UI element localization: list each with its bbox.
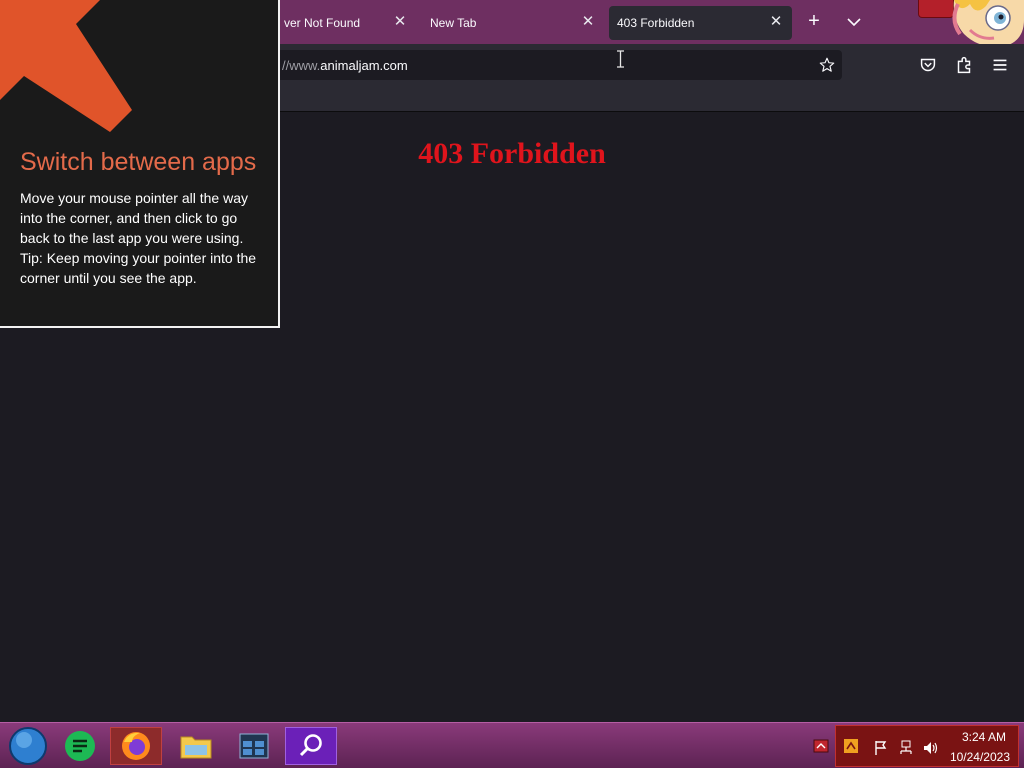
pocket-icon[interactable]	[917, 54, 939, 76]
taskbar-file-explorer[interactable]	[170, 727, 222, 765]
taskbar: 3:24 AM 10/24/2023	[0, 722, 1024, 768]
show-hidden-icons-icon[interactable]	[813, 739, 829, 753]
tip-title: Switch between apps	[20, 148, 257, 176]
search-icon	[299, 734, 322, 757]
arrow-up-left-icon	[0, 0, 132, 132]
url-bar[interactable]: //www. animaljam.com	[270, 50, 842, 80]
taskbar-window-manager[interactable]	[228, 727, 280, 765]
extensions-puzzle-icon[interactable]	[953, 54, 975, 76]
url-prefix: //www.	[282, 57, 321, 73]
volume-icon[interactable]	[922, 740, 938, 756]
tab-label: New Tab	[430, 16, 477, 30]
start-orb-icon	[9, 727, 47, 765]
system-tray: 3:24 AM 10/24/2023	[835, 725, 1019, 767]
window-manager-icon	[239, 733, 269, 759]
tip-body: Move your mouse pointer all the way into…	[20, 188, 264, 288]
clock-date[interactable]: 10/24/2023	[950, 750, 1010, 764]
tab-label: ver Not Found	[284, 16, 361, 30]
start-button[interactable]	[2, 727, 54, 765]
new-tab-button[interactable]: +	[802, 10, 826, 34]
action-center-flag-icon[interactable]	[873, 740, 889, 756]
close-tab-icon[interactable]: ✕	[768, 14, 784, 30]
taskbar-notes-app[interactable]	[54, 727, 106, 765]
close-tab-icon[interactable]: ✕	[580, 14, 596, 30]
taskbar-firefox[interactable]	[110, 727, 162, 765]
tab-label: 403 Forbidden	[617, 16, 695, 30]
tip-hint: Tip: Keep moving your pointer into the c…	[20, 250, 257, 286]
red-window-button[interactable]	[918, 0, 954, 18]
tip-instruction: Move your mouse pointer all the way into…	[20, 190, 248, 246]
list-all-tabs-button[interactable]	[842, 10, 866, 34]
desktop-screen: ver Not Found ✕ New Tab ✕ 403 Forbidden …	[0, 0, 1024, 768]
tab-new-tab[interactable]: New Tab ✕	[422, 6, 604, 40]
notes-app-icon	[65, 731, 95, 761]
tab-server-not-found[interactable]: ver Not Found ✕	[276, 6, 416, 40]
bookmark-star-icon[interactable]	[818, 56, 836, 74]
text-cursor-icon	[617, 50, 624, 68]
app-tray-icon[interactable]	[843, 738, 859, 754]
close-tab-icon[interactable]: ✕	[392, 14, 408, 30]
clock-time[interactable]: 3:24 AM	[962, 730, 1006, 744]
file-explorer-icon	[180, 736, 212, 759]
network-icon[interactable]	[898, 740, 914, 756]
tab-403-forbidden[interactable]: 403 Forbidden ✕	[609, 6, 792, 40]
taskbar-search[interactable]	[285, 727, 337, 765]
url-domain: animaljam.com	[320, 57, 408, 73]
cartoon-mascot-icon	[950, 0, 1024, 50]
firefox-icon	[122, 732, 150, 760]
chevron-down-icon	[847, 18, 861, 27]
switch-apps-tip: Switch between apps Move your mouse poin…	[0, 0, 280, 328]
hamburger-menu-icon[interactable]	[989, 54, 1011, 76]
